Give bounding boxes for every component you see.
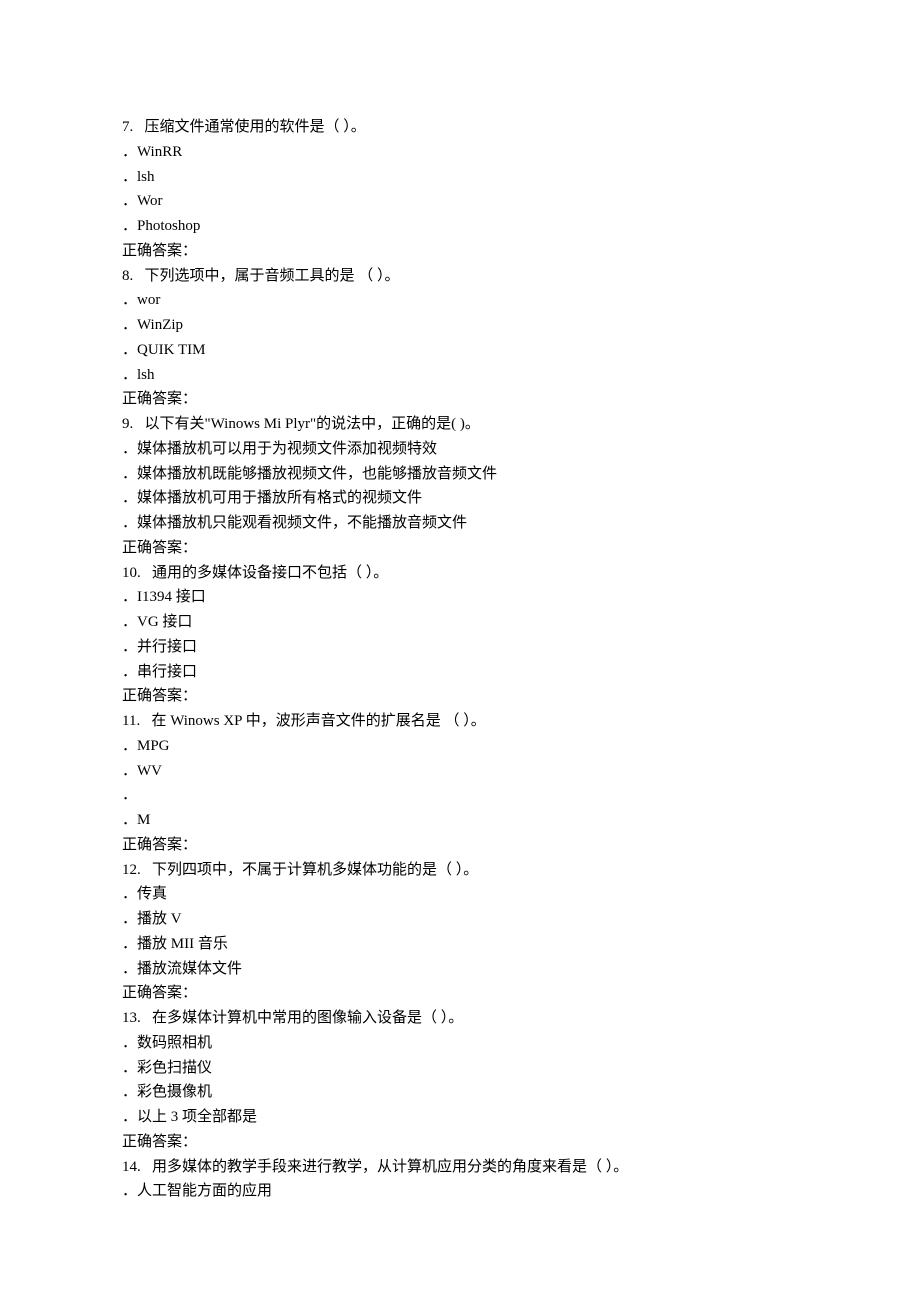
option-line: ．MPG — [122, 734, 798, 759]
question-text: 下列四项中，不属于计算机多媒体功能的是（ ）。 — [141, 862, 479, 878]
option-line: ．传真 — [122, 882, 798, 907]
question-text: 通用的多媒体设备接口不包括（ ）。 — [141, 565, 389, 581]
option-line: ．QUIK TIM — [122, 338, 798, 363]
question-text: 下列选项中，属于音频工具的是 （ ）。 — [133, 268, 399, 284]
question-text: 用多媒体的教学手段来进行教学，从计算机应用分类的角度来看是（ ）。 — [141, 1159, 629, 1175]
question-number: 13. — [122, 1010, 141, 1026]
question-number: 9. — [122, 416, 133, 432]
answer-label: 正确答案： — [122, 684, 798, 709]
option-line: ．并行接口 — [122, 635, 798, 660]
option-line: ．媒体播放机既能够播放视频文件，也能够播放音频文件 — [122, 462, 798, 487]
question-line: 9. 以下有关"Winows Mi Plyr"的说法中，正确的是( )。 — [122, 412, 798, 437]
answer-label: 正确答案： — [122, 536, 798, 561]
question-number: 12. — [122, 862, 141, 878]
question-line: 11. 在 Winows XP 中，波形声音文件的扩展名是 （ ）。 — [122, 709, 798, 734]
option-line: ．以上 3 项全部都是 — [122, 1105, 798, 1130]
answer-label: 正确答案： — [122, 981, 798, 1006]
option-line: ．彩色扫描仪 — [122, 1056, 798, 1081]
option-line: ．数码照相机 — [122, 1031, 798, 1056]
option-line: ．串行接口 — [122, 660, 798, 685]
option-line: ．M — [122, 808, 798, 833]
option-line: ．彩色摄像机 — [122, 1080, 798, 1105]
question-number: 14. — [122, 1159, 141, 1175]
question-text: 压缩文件通常使用的软件是（ ）。 — [133, 119, 366, 135]
option-line: ．Photoshop — [122, 214, 798, 239]
question-number: 7. — [122, 119, 133, 135]
option-line: ．WV — [122, 759, 798, 784]
question-number: 10. — [122, 565, 141, 581]
option-line: ． — [122, 783, 798, 808]
question-line: 12. 下列四项中，不属于计算机多媒体功能的是（ ）。 — [122, 858, 798, 883]
question-text: 在 Winows XP 中，波形声音文件的扩展名是 （ ）。 — [140, 713, 486, 729]
question-number: 11. — [122, 713, 140, 729]
answer-label: 正确答案： — [122, 239, 798, 264]
question-line: 14. 用多媒体的教学手段来进行教学，从计算机应用分类的角度来看是（ ）。 — [122, 1155, 798, 1180]
option-line: ．播放 MII 音乐 — [122, 932, 798, 957]
option-line: ．媒体播放机只能观看视频文件，不能播放音频文件 — [122, 511, 798, 536]
question-text: 以下有关"Winows Mi Plyr"的说法中，正确的是( )。 — [133, 416, 480, 432]
option-line: ．Wor — [122, 189, 798, 214]
option-line: ．I1394 接口 — [122, 585, 798, 610]
question-text: 在多媒体计算机中常用的图像输入设备是（ ）。 — [141, 1010, 464, 1026]
question-line: 8. 下列选项中，属于音频工具的是 （ ）。 — [122, 264, 798, 289]
answer-label: 正确答案： — [122, 387, 798, 412]
document-content: 7. 压缩文件通常使用的软件是（ ）。．WinRR．lsh．Wor．Photos… — [122, 115, 798, 1204]
option-line: ．lsh — [122, 363, 798, 388]
option-line: ．播放流媒体文件 — [122, 957, 798, 982]
option-line: ．VG 接口 — [122, 610, 798, 635]
question-line: 10. 通用的多媒体设备接口不包括（ ）。 — [122, 561, 798, 586]
question-line: 7. 压缩文件通常使用的软件是（ ）。 — [122, 115, 798, 140]
option-line: ．媒体播放机可以用于为视频文件添加视频特效 — [122, 437, 798, 462]
question-line: 13. 在多媒体计算机中常用的图像输入设备是（ ）。 — [122, 1006, 798, 1031]
option-line: ．播放 V — [122, 907, 798, 932]
option-line: ．wor — [122, 288, 798, 313]
option-line: ．WinRR — [122, 140, 798, 165]
option-line: ．lsh — [122, 165, 798, 190]
answer-label: 正确答案： — [122, 833, 798, 858]
option-line: ．人工智能方面的应用 — [122, 1179, 798, 1204]
answer-label: 正确答案： — [122, 1130, 798, 1155]
option-line: ．WinZip — [122, 313, 798, 338]
option-line: ．媒体播放机可用于播放所有格式的视频文件 — [122, 486, 798, 511]
question-number: 8. — [122, 268, 133, 284]
